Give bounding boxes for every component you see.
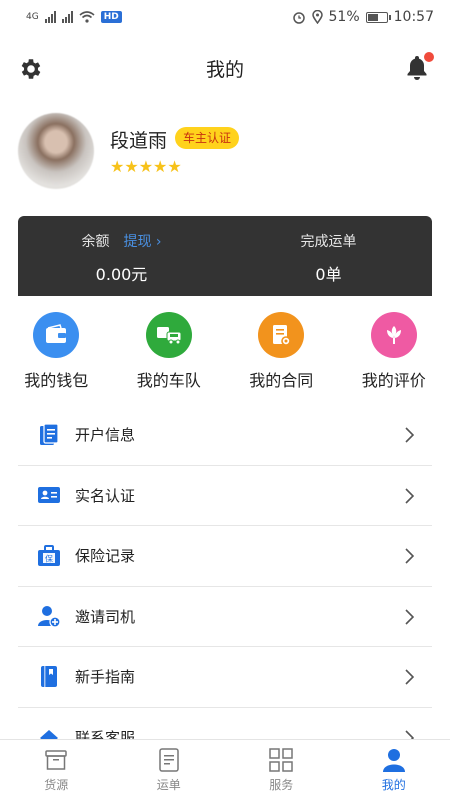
quick-action-contract[interactable]: 我的合同 <box>225 312 338 392</box>
quick-action-label: 我的评价 <box>361 371 426 390</box>
user-name: 段道雨 <box>110 130 168 152</box>
menu-item-guide[interactable]: 新手指南 <box>18 647 432 708</box>
tab-mine[interactable]: 我的 <box>338 740 450 800</box>
tab-bar: 货源 运单 服务 我的 <box>0 739 450 800</box>
orders-value: 0单 <box>315 265 342 284</box>
balance-label: 余额 <box>81 234 110 250</box>
quick-action-review[interactable]: 我的评价 <box>338 312 450 392</box>
tab-service[interactable]: 服务 <box>225 740 338 800</box>
status-bar-right: 51% 10:57 <box>292 9 434 25</box>
menu-item-invite-driver[interactable]: 邀请司机 <box>18 587 432 647</box>
tab-label: 运单 <box>156 778 181 792</box>
tab-label: 我的 <box>381 778 406 792</box>
menu-item-real-name[interactable]: 实名认证 <box>18 466 432 526</box>
svg-text:保: 保 <box>45 553 53 563</box>
quick-action-label: 我的合同 <box>249 371 314 390</box>
menu-item-account-info[interactable]: 开户信息 <box>18 405 432 466</box>
waybill-icon <box>159 748 179 772</box>
chevron-right-icon <box>405 548 414 564</box>
quick-action-fleet[interactable]: 我的车队 <box>113 312 226 392</box>
truck-icon <box>145 312 192 358</box>
menu-item-label: 邀请司机 <box>75 607 136 626</box>
location-icon <box>311 10 323 24</box>
insurance-icon: 保 <box>36 543 62 569</box>
menu-item-label: 保险记录 <box>75 547 136 566</box>
balance-value: 0.00元 <box>95 265 148 284</box>
clock: 10:57 <box>393 9 434 25</box>
rating-stars: ★★★★★ <box>110 158 182 176</box>
chevron-right-icon <box>405 669 414 685</box>
chevron-right-icon <box>405 487 414 504</box>
contract-icon <box>258 312 305 358</box>
balance-stat: 余额 提现 › 0.00元 <box>18 231 225 285</box>
status-bar: 4G HD 51% 10:57 <box>0 0 450 34</box>
book-icon <box>36 664 62 690</box>
tab-waybill[interactable]: 运单 <box>113 740 226 800</box>
header: 我的 <box>0 46 450 90</box>
rating-stars-text: ★★★★★ <box>110 157 182 176</box>
owner-verified-badge: 车主认证 <box>175 127 240 149</box>
chevron-right-icon <box>405 427 414 443</box>
tab-cargo[interactable]: 货源 <box>0 740 113 800</box>
gear-icon[interactable] <box>18 56 44 82</box>
notification-button[interactable] <box>404 52 434 82</box>
menu-list: 开户信息 实名认证 保 保险记录 邀请司机 新手指南 联系客服 <box>18 405 432 768</box>
menu-item-label: 新手指南 <box>75 668 136 687</box>
stats-card: 余额 提现 › 0.00元 完成运单 0单 <box>18 216 432 296</box>
quick-action-label: 我的车队 <box>136 371 201 390</box>
profile-icon <box>382 749 405 772</box>
alarm-icon <box>292 12 305 24</box>
notification-dot <box>424 52 434 62</box>
tab-label: 服务 <box>269 778 294 792</box>
id-card-icon <box>36 482 62 508</box>
network-type: 4G <box>26 12 39 22</box>
quick-action-wallet[interactable]: 我的钱包 <box>0 312 113 392</box>
orders-stat[interactable]: 完成运单 0单 <box>225 231 432 285</box>
page-title: 我的 <box>205 58 244 81</box>
menu-item-label: 开户信息 <box>75 426 136 445</box>
status-bar-left: 4G HD <box>26 11 122 23</box>
battery-icon <box>365 11 391 23</box>
quick-action-label: 我的钱包 <box>24 371 89 390</box>
battery-percent: 51% <box>328 9 360 25</box>
signal-2-icon <box>61 11 73 23</box>
quick-actions: 我的钱包 我的车队 我的合同 我的评价 <box>0 312 450 392</box>
add-user-icon <box>36 603 62 629</box>
menu-item-insurance[interactable]: 保 保险记录 <box>18 526 432 587</box>
cargo-icon <box>45 750 67 770</box>
menu-item-label: 实名认证 <box>75 486 136 505</box>
orders-label: 完成运单 <box>300 234 357 250</box>
hd-badge: HD <box>100 11 122 23</box>
signal-icon <box>44 11 56 23</box>
wallet-icon <box>33 312 80 358</box>
tab-label: 货源 <box>44 778 69 792</box>
withdraw-link[interactable]: 提现 › <box>123 234 161 250</box>
grid-icon <box>269 748 293 772</box>
avatar[interactable] <box>18 113 94 189</box>
chevron-right-icon <box>405 608 414 625</box>
wifi-icon <box>79 11 95 23</box>
flower-icon <box>370 312 417 358</box>
document-icon <box>36 422 62 448</box>
